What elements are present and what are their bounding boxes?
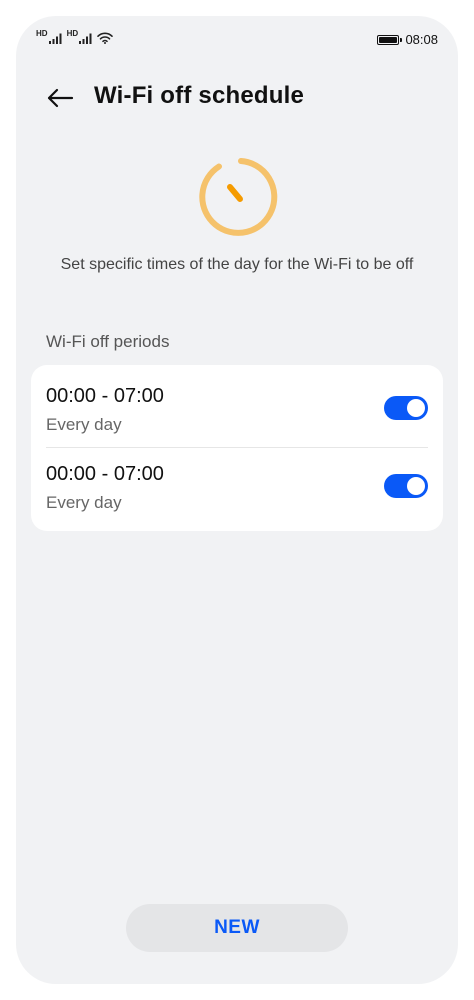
period-repeat: Every day xyxy=(46,493,122,512)
period-repeat: Every day xyxy=(46,415,122,434)
battery-icon xyxy=(377,34,403,45)
status-time: 08:08 xyxy=(405,32,438,47)
period-toggle[interactable] xyxy=(384,396,428,420)
hero-description: Set specific times of the day for the Wi… xyxy=(60,256,414,273)
period-time: 00:00 - 07:00 xyxy=(46,463,164,485)
list-item[interactable]: 00:00 - 07:00 Every day xyxy=(31,365,443,448)
signal-bars-icon xyxy=(48,33,62,44)
status-left: HD HD xyxy=(36,29,113,44)
period-time: 00:00 - 07:00 xyxy=(46,385,164,407)
signal-bars-icon xyxy=(79,33,92,44)
list-item[interactable]: 00:00 - 07:00 Every day xyxy=(31,447,443,529)
arrow-left-icon xyxy=(47,88,74,108)
signal-1-label: HD xyxy=(36,29,48,38)
page-header: Wi-Fi off schedule xyxy=(16,72,458,120)
page-title: Wi-Fi off schedule xyxy=(94,82,305,109)
timer-icon xyxy=(194,154,280,240)
back-button[interactable] xyxy=(42,80,78,116)
new-button[interactable]: NEW xyxy=(126,904,348,952)
cellular-signal-1: HD xyxy=(36,29,63,44)
period-toggle[interactable] xyxy=(384,474,428,498)
phone-screen: HD HD 08:08 Wi-Fi off schedule Set speci… xyxy=(16,16,458,984)
periods-card: 00:00 - 07:00 Every day 00:00 - 07:00 Ev… xyxy=(31,365,443,531)
toggle-knob xyxy=(407,477,425,495)
status-bar: HD HD 08:08 xyxy=(16,16,458,66)
toggle-knob xyxy=(407,399,425,417)
section-title: Wi-Fi off periods xyxy=(46,332,170,351)
wifi-icon xyxy=(97,32,113,44)
status-right: 08:08 xyxy=(377,32,438,47)
cellular-signal-2: HD xyxy=(66,29,94,44)
signal-2-label: HD xyxy=(66,29,79,38)
